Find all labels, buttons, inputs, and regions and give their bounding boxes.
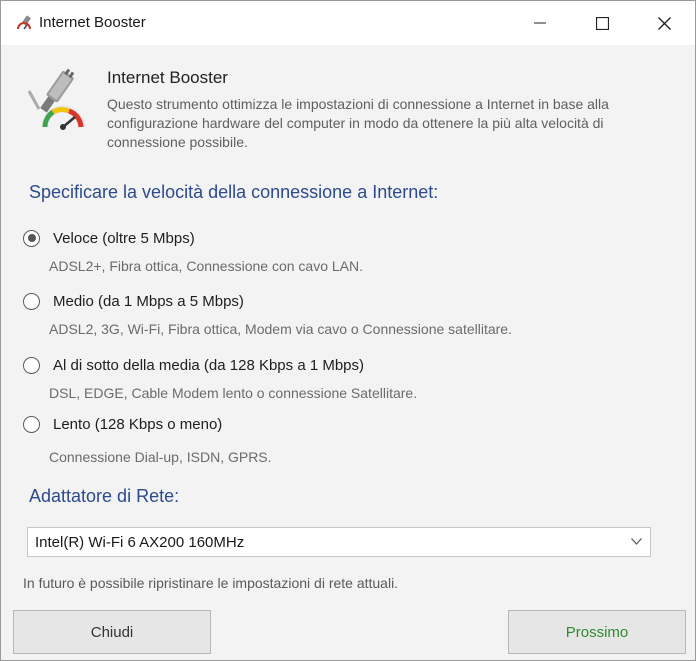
radio-button[interactable] bbox=[23, 229, 40, 247]
window-title: Internet Booster bbox=[39, 14, 146, 31]
close-icon bbox=[657, 16, 671, 30]
minimize-button[interactable] bbox=[509, 1, 571, 45]
app-icon bbox=[17, 15, 31, 30]
close-button[interactable]: Chiudi bbox=[13, 610, 211, 654]
plug-speedometer-icon bbox=[27, 68, 85, 130]
speed-option-label: Medio (da 1 Mbps a 5 Mbps) bbox=[53, 292, 244, 310]
radio-button[interactable] bbox=[23, 356, 40, 374]
internet-booster-window: Internet Booster Internet Booster Questo… bbox=[0, 0, 696, 661]
restore-note: In futuro è possibile ripristinare le im… bbox=[23, 575, 399, 591]
title-bar[interactable]: Internet Booster bbox=[1, 1, 695, 45]
speed-option-desc: DSL, EDGE, Cable Modem lento o connessio… bbox=[49, 385, 418, 401]
main-content: Internet Booster Questo strumento ottimi… bbox=[1, 45, 695, 660]
next-button[interactable]: Prossimo bbox=[508, 610, 686, 654]
speed-option-slow[interactable]: Lento (128 Kbps o meno) bbox=[23, 413, 222, 435]
radio-button[interactable] bbox=[23, 415, 40, 433]
speed-option-desc: ADSL2, 3G, Wi-Fi, Fibra ottica, Modem vi… bbox=[49, 321, 512, 337]
minimize-icon bbox=[534, 22, 546, 24]
network-adapter-select[interactable]: Intel(R) Wi-Fi 6 AX200 160MHz bbox=[27, 527, 651, 557]
speed-option-label: Veloce (oltre 5 Mbps) bbox=[53, 229, 195, 247]
speed-option-below-average[interactable]: Al di sotto della media (da 128 Kbps a 1… bbox=[23, 354, 364, 376]
speed-option-medium[interactable]: Medio (da 1 Mbps a 5 Mbps) bbox=[23, 290, 244, 312]
maximize-button[interactable] bbox=[571, 1, 633, 45]
speed-option-label: Lento (128 Kbps o meno) bbox=[53, 415, 223, 433]
adapter-section-title: Adattatore di Rete: bbox=[29, 486, 180, 506]
speed-section-title: Specificare la velocità della connession… bbox=[29, 182, 439, 202]
speed-option-desc: Connessione Dial-up, ISDN, GPRS. bbox=[49, 449, 272, 465]
network-adapter-value: Intel(R) Wi-Fi 6 AX200 160MHz bbox=[35, 533, 245, 551]
speed-option-desc: ADSL2+, Fibra ottica, Connessione con ca… bbox=[49, 258, 364, 274]
speed-option-label: Al di sotto della media (da 128 Kbps a 1… bbox=[53, 356, 365, 374]
radio-button[interactable] bbox=[23, 292, 40, 310]
close-window-button[interactable] bbox=[633, 1, 695, 45]
header-title: Internet Booster bbox=[107, 68, 228, 87]
speed-option-fast[interactable]: Veloce (oltre 5 Mbps) bbox=[23, 227, 195, 249]
radio-selected-dot bbox=[27, 234, 36, 242]
maximize-icon bbox=[595, 16, 609, 30]
header-description: Questo strumento ottimizza le impostazio… bbox=[107, 96, 609, 150]
chevron-down-icon bbox=[631, 538, 642, 545]
